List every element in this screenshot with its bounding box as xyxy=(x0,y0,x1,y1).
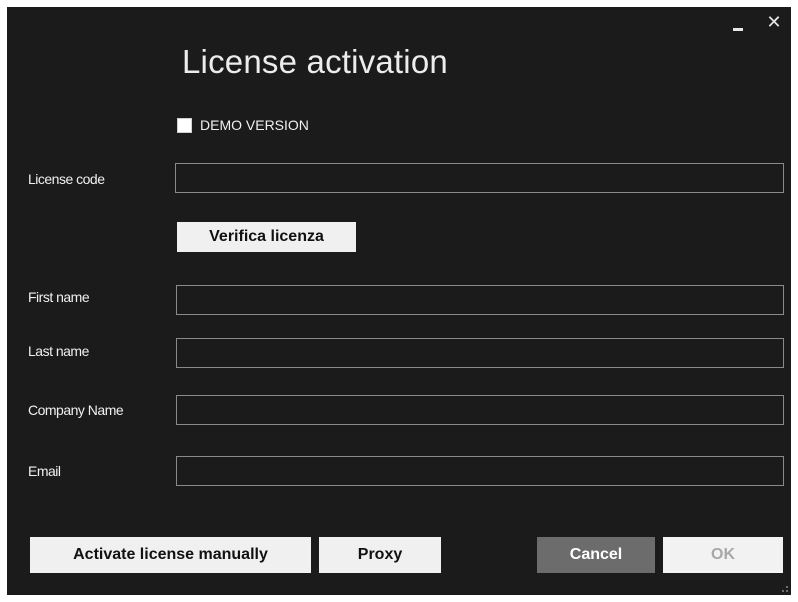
first-name-input[interactable] xyxy=(176,285,784,315)
first-name-label: First name xyxy=(28,289,90,305)
email-input[interactable] xyxy=(176,456,784,486)
license-activation-window: ✕ License activation DEMO VERSION Licens… xyxy=(7,7,791,595)
license-code-input[interactable] xyxy=(175,163,784,193)
verify-license-button[interactable]: Verifica licenza xyxy=(177,222,356,252)
license-code-label: License code xyxy=(28,171,105,187)
last-name-label: Last name xyxy=(28,343,89,359)
demo-version-label: DEMO VERSION xyxy=(200,117,309,133)
activate-manually-button[interactable]: Activate license manually xyxy=(30,537,311,573)
close-button[interactable]: ✕ xyxy=(766,14,782,32)
minimize-icon xyxy=(733,28,743,31)
last-name-input[interactable] xyxy=(176,338,784,368)
company-name-label: Company Name xyxy=(28,402,124,418)
company-name-input[interactable] xyxy=(176,395,784,425)
ok-button: OK xyxy=(663,537,783,573)
cancel-button[interactable]: Cancel xyxy=(537,537,655,573)
minimize-button[interactable] xyxy=(733,21,745,31)
close-icon: ✕ xyxy=(766,12,782,33)
window-title: License activation xyxy=(182,43,448,80)
demo-version-checkbox[interactable] xyxy=(177,117,192,133)
proxy-button[interactable]: Proxy xyxy=(319,537,441,573)
demo-version-option[interactable]: DEMO VERSION xyxy=(177,116,309,134)
resize-grip-icon[interactable] xyxy=(782,586,788,592)
email-label: Email xyxy=(28,463,61,479)
